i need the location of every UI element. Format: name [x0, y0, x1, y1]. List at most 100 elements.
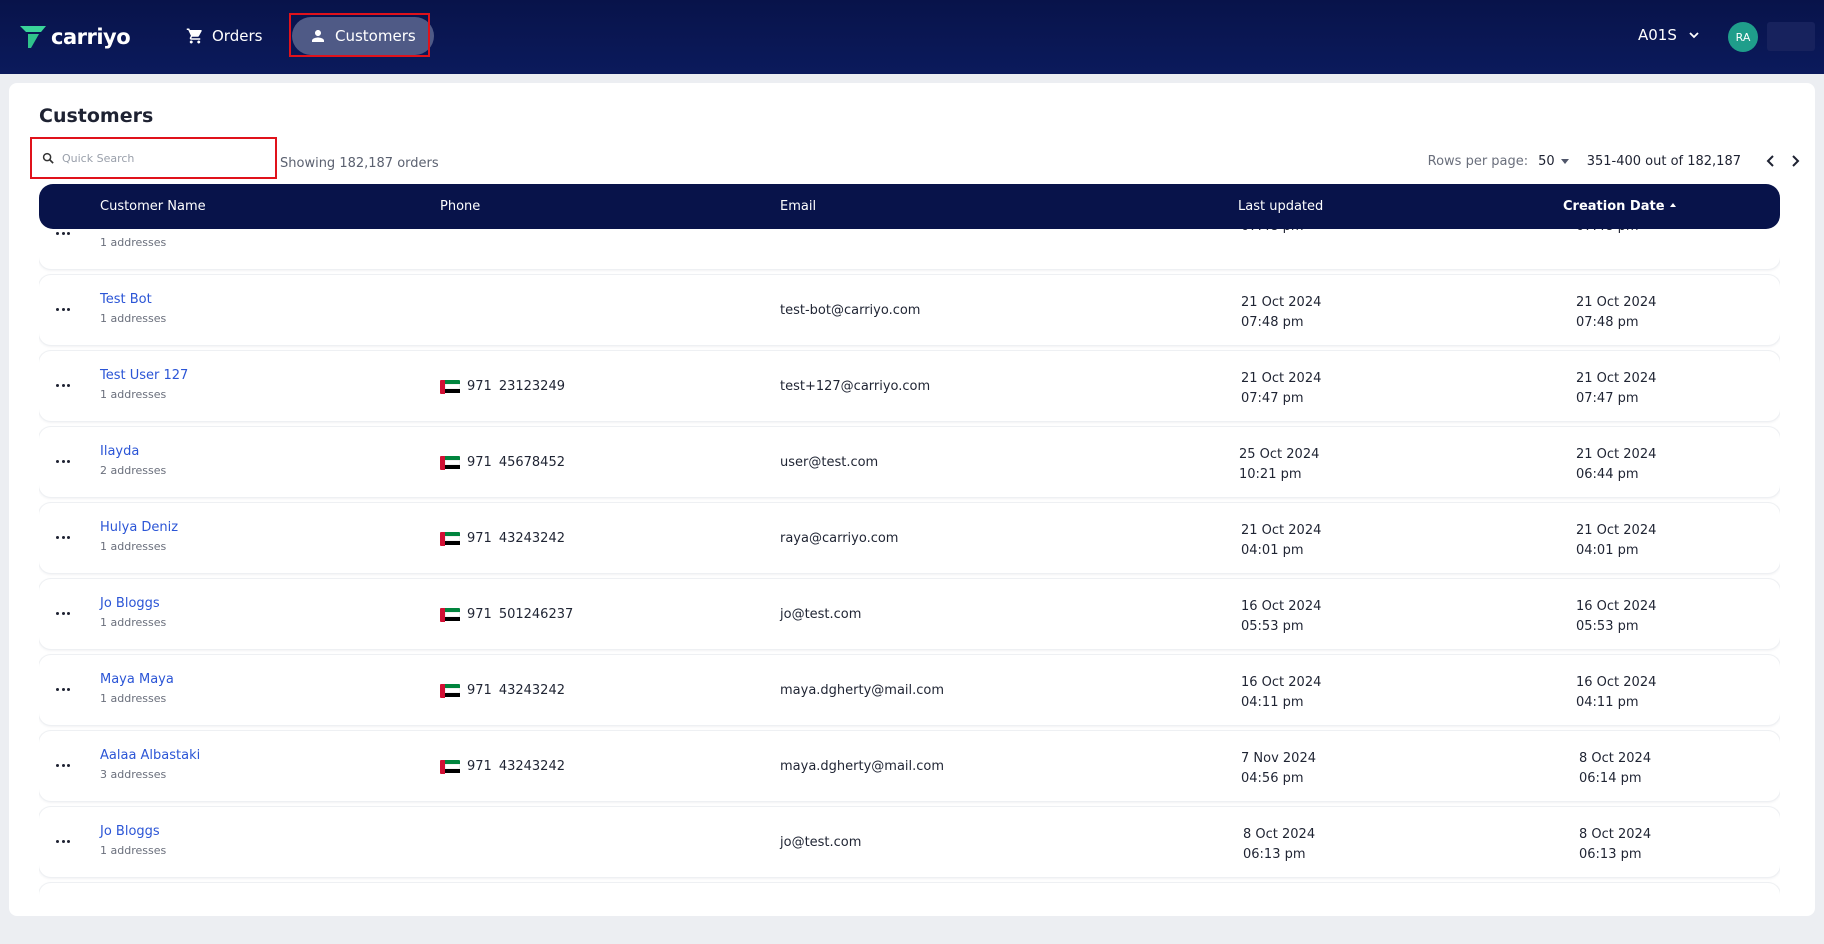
prev-page-button[interactable] [1763, 153, 1779, 169]
creation-date: 21 Oct 2024 [1576, 447, 1657, 462]
customer-name-link[interactable]: Test Bot [100, 292, 152, 307]
table-row[interactable]: Test Bot 1 addresses test-bot@carriyo.co… [39, 275, 1780, 345]
ellipsis-icon [67, 232, 70, 235]
column-header-last-updated[interactable]: Last updated [1238, 199, 1323, 214]
customer-name-link[interactable]: Ilayda [100, 444, 139, 459]
ellipsis-icon [61, 384, 65, 387]
customer-name-link[interactable]: Jo Bloggs [100, 596, 160, 611]
row-actions-menu[interactable] [56, 536, 70, 540]
table-row[interactable]: Test User 127 1 addresses 971 23123249 t… [39, 351, 1780, 421]
creation-date-cell: 21 Oct 2024 06:44 pm [1576, 445, 1656, 485]
table-row[interactable]: Jo Bloggs 8 Oct 2024 8 Oct 2024 [39, 883, 1780, 896]
ellipsis-icon [61, 612, 65, 615]
row-actions-menu[interactable] [56, 688, 70, 692]
search-container [30, 137, 277, 179]
row-actions-menu[interactable] [56, 308, 70, 312]
table-row[interactable]: Jo Bloggs 1 addresses jo@test.com 8 Oct … [39, 807, 1780, 877]
results-count: Showing 182,187 orders [280, 156, 439, 171]
last-updated-date: 21 Oct 2024 [1241, 523, 1322, 538]
nav-orders-label: Orders [212, 27, 263, 45]
customer-name-link[interactable]: Maya Maya [100, 672, 174, 687]
ellipsis-icon [56, 384, 59, 387]
table-row[interactable]: Ilayda 2 addresses 971 45678452 user@tes… [39, 427, 1780, 497]
phone-country-code: 971 [467, 683, 492, 698]
search-input[interactable] [62, 151, 252, 165]
row-actions-menu[interactable] [56, 840, 70, 844]
org-selector[interactable]: A01S [1638, 26, 1701, 44]
nav-orders[interactable]: Orders [186, 17, 262, 55]
ellipsis-icon [61, 688, 65, 691]
table-header: Customer Name Phone Email Last updated C… [39, 184, 1780, 229]
ellipsis-icon [67, 384, 70, 387]
last-updated-date: 21 Oct 2024 [1241, 371, 1322, 386]
customer-address-count: 1 addresses [100, 616, 167, 629]
table-row[interactable]: Maya Maya 1 addresses 971 43243242 maya.… [39, 655, 1780, 725]
next-page-button[interactable] [1787, 153, 1803, 169]
customer-name-link[interactable]: Hulya Deniz [100, 520, 178, 535]
ellipsis-icon [61, 840, 65, 843]
customer-phone: 971 23123249 [440, 379, 565, 394]
customer-name-link[interactable]: Jo Bloggs [100, 824, 160, 839]
phone-number: 43243242 [498, 683, 565, 698]
ellipsis-icon [56, 764, 59, 767]
phone-country-code: 971 [467, 607, 492, 622]
rows-per-page-select[interactable]: 50 [1538, 154, 1555, 169]
customer-name-link[interactable]: Test User 127 [100, 368, 188, 383]
creation-date: 21 Oct 2024 [1576, 371, 1657, 386]
last-updated-time: 06:13 pm [1243, 847, 1306, 862]
last-updated-time: 07:47 pm [1241, 391, 1304, 406]
row-actions-menu[interactable] [56, 384, 70, 388]
column-header-phone[interactable]: Phone [440, 199, 480, 214]
customer-address-count: 1 addresses [100, 692, 167, 705]
uae-flag-icon [440, 607, 460, 622]
creation-time: 05:53 pm [1576, 619, 1639, 634]
creation-date-cell: 16 Oct 2024 04:11 pm [1576, 673, 1656, 713]
ellipsis-icon [67, 764, 70, 767]
search-icon [42, 152, 54, 164]
column-header-creation-date[interactable]: Creation Date [1563, 199, 1676, 214]
ellipsis-icon [67, 308, 70, 311]
customer-address-count: 1 addresses [100, 844, 167, 857]
last-updated-cell: 16 Oct 2024 04:11 pm [1241, 673, 1321, 713]
row-actions-menu[interactable] [56, 460, 70, 464]
last-updated-time: 04:11 pm [1241, 695, 1304, 710]
table-row[interactable]: Jo Bloggs 1 addresses 971 501246237 jo@t… [39, 579, 1780, 649]
creation-time: 07:48 pm [1576, 315, 1639, 330]
table-row[interactable]: Hulya Deniz 1 addresses 971 43243242 ray… [39, 503, 1780, 573]
caret-down-icon[interactable] [1560, 158, 1569, 164]
column-header-customer-name[interactable]: Customer Name [100, 199, 206, 214]
header-extra-slot[interactable] [1767, 22, 1815, 51]
table-row[interactable]: 1 addresses 07:48 pm 07:48 pm [39, 229, 1780, 269]
creation-time: 07:48 pm [1576, 229, 1639, 237]
row-actions-menu[interactable] [56, 232, 70, 236]
customer-phone: 971 501246237 [440, 607, 573, 622]
customer-email: test+127@carriyo.com [780, 379, 931, 394]
customer-phone: 971 43243242 [440, 683, 565, 698]
phone-number: 45678452 [498, 455, 565, 470]
chevron-right-icon [1792, 155, 1800, 167]
last-updated-time: 05:53 pm [1241, 619, 1304, 634]
creation-time: 06:14 pm [1579, 771, 1642, 786]
user-avatar[interactable]: RA [1728, 22, 1758, 52]
ellipsis-icon [56, 688, 59, 691]
customer-address-count: 2 addresses [100, 464, 167, 477]
creation-date: 16 Oct 2024 [1576, 599, 1657, 614]
table-row[interactable]: Aalaa Albastaki 3 addresses 971 43243242… [39, 731, 1780, 801]
ellipsis-icon [61, 460, 65, 463]
phone-number: 43243242 [498, 531, 565, 546]
customer-phone: 971 43243242 [440, 759, 565, 774]
search-field[interactable] [39, 146, 268, 170]
column-header-email[interactable]: Email [780, 199, 816, 214]
row-actions-menu[interactable] [56, 764, 70, 768]
last-updated-date: 8 Oct 2024 [1243, 827, 1316, 842]
ellipsis-icon [67, 536, 70, 539]
last-updated-date: 25 Oct 2024 [1239, 447, 1320, 462]
last-updated-cell: 8 Oct 2024 06:13 pm [1243, 825, 1315, 865]
creation-date: 8 Oct 2024 [1579, 751, 1652, 766]
customer-name-link[interactable]: Aalaa Albastaki [100, 748, 200, 763]
ellipsis-icon [61, 308, 65, 311]
customer-email: maya.dgherty@mail.com [780, 683, 945, 698]
last-updated-cell: 16 Oct 2024 05:53 pm [1241, 597, 1321, 637]
row-actions-menu[interactable] [56, 612, 70, 616]
carriyo-logo[interactable]: carriyo [19, 24, 131, 50]
